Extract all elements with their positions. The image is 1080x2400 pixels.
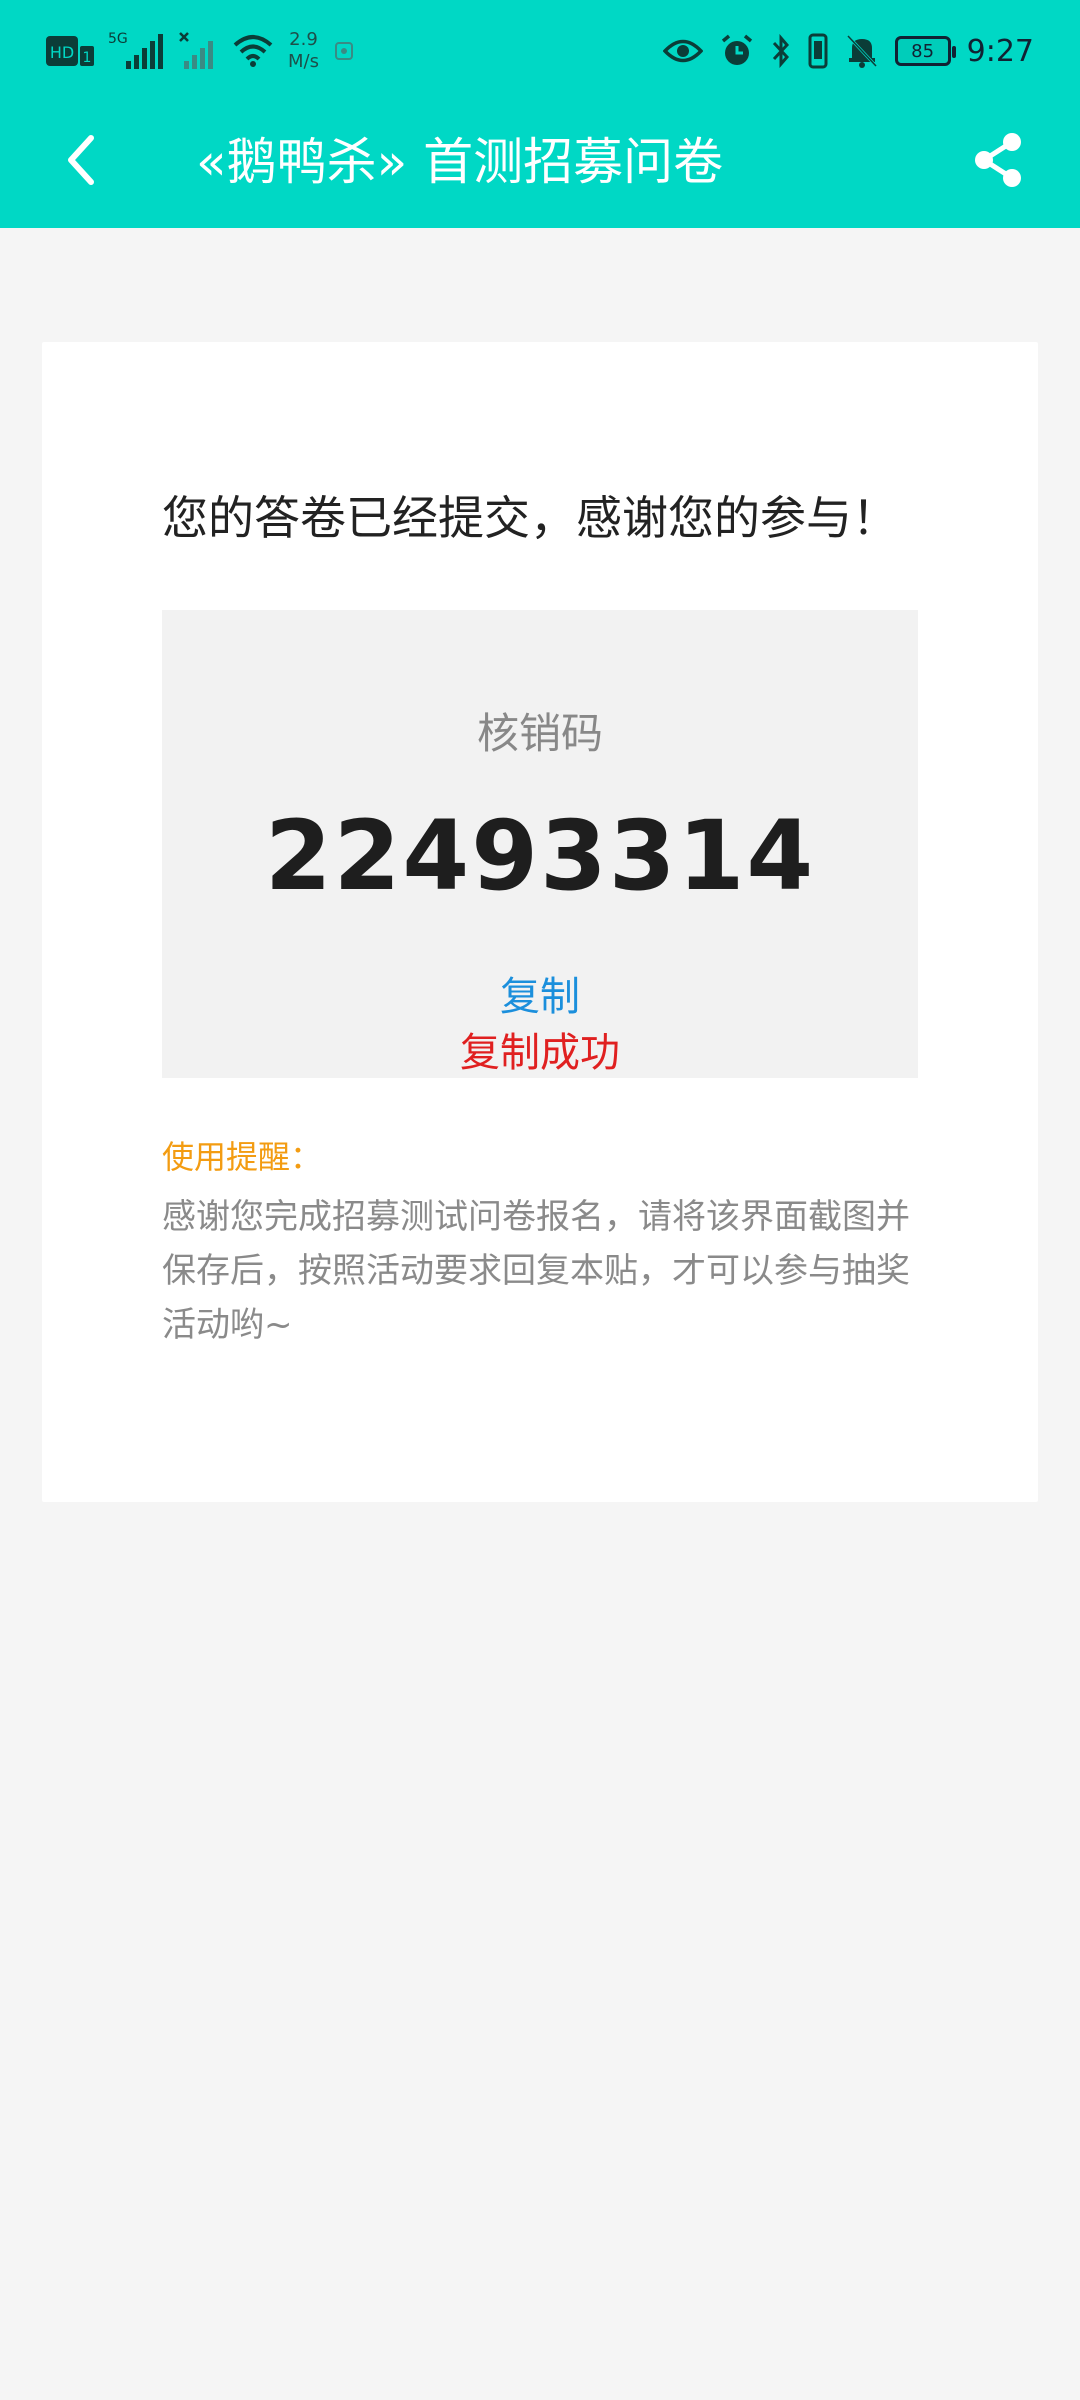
battery-icon: 85	[894, 36, 956, 66]
speed-value: 2.9	[289, 29, 318, 50]
usage-tip-title: 使用提醒：	[162, 1138, 323, 1176]
status-right: 85 9:27	[662, 26, 1034, 76]
clock: 9:27	[966, 33, 1034, 69]
app-bar: «鹅鸭杀» 首测招募问卷	[0, 100, 1080, 228]
back-button[interactable]	[50, 130, 110, 194]
copy-success-message: 复制成功	[460, 1030, 620, 1076]
vibrate-icon	[807, 33, 829, 69]
status-bar: HD 1 5G 2.9 M/s 85 9:27	[0, 0, 1080, 100]
share-button[interactable]	[962, 126, 1034, 198]
hd-icon: HD 1	[46, 33, 94, 69]
app-notification-icon	[333, 40, 355, 62]
network-badge-text: HD	[50, 43, 74, 62]
eye-icon	[662, 36, 703, 66]
submit-success-message: 您的答卷已经提交，感谢您的参与！	[162, 491, 898, 545]
copy-button[interactable]: 复制	[162, 964, 918, 1022]
mute-icon	[845, 33, 879, 69]
signal-icon: 5G	[108, 31, 164, 71]
chevron-left-icon	[63, 134, 97, 190]
alarm-icon	[719, 33, 755, 69]
result-card: 您的答卷已经提交，感谢您的参与！ 核销码 22493314 复制 复制成功 使用…	[42, 342, 1038, 1502]
page-title: «鹅鸭杀» 首测招募问卷	[196, 133, 724, 191]
network-type-text: 5G	[108, 31, 128, 47]
share-icon	[970, 130, 1026, 194]
battery-level: 85	[911, 40, 935, 62]
signal-secondary-icon	[178, 31, 218, 71]
usage-tip-body: 感谢您完成招募测试问卷报名，请将该界面截图并保存后，按照活动要求回复本贴，才可以…	[162, 1197, 910, 1345]
code-label: 核销码	[476, 709, 603, 758]
status-left: HD 1 5G 2.9 M/s	[46, 26, 355, 76]
speed-unit: M/s	[288, 51, 319, 72]
wifi-icon	[232, 33, 274, 69]
network-speed: 2.9 M/s	[288, 29, 319, 73]
redemption-code: 22493314	[264, 800, 816, 912]
sim-indicator-text: 1	[83, 50, 92, 66]
redemption-code-panel: 核销码 22493314 复制 复制成功	[162, 610, 918, 1078]
bluetooth-icon	[771, 34, 791, 68]
